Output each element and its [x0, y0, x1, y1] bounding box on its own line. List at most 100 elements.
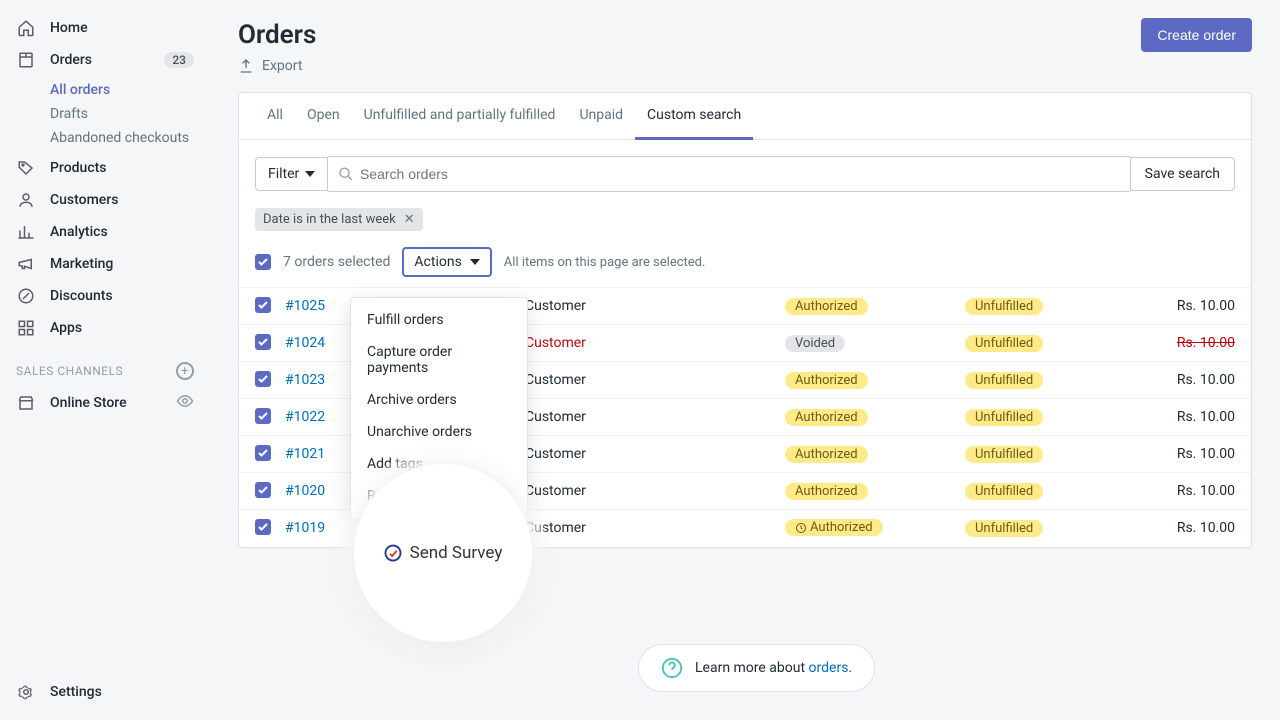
tabs: All Open Unfulfilled and partially fulfi…	[239, 93, 1251, 140]
sales-channels-header: SALES CHANNELS +	[0, 356, 210, 386]
fulfillment-badge: Unfulfilled	[965, 520, 1043, 537]
tab-open[interactable]: Open	[295, 93, 352, 139]
send-survey-callout[interactable]: Send Survey	[354, 464, 532, 642]
help-icon	[661, 657, 683, 679]
sidebar-item-marketing[interactable]: Marketing	[0, 248, 210, 280]
home-icon	[16, 18, 36, 38]
save-search-button[interactable]: Save search	[1130, 157, 1235, 191]
tag-icon	[16, 158, 36, 178]
dd-unarchive[interactable]: Unarchive orders	[351, 416, 527, 448]
megaphone-icon	[16, 254, 36, 274]
sidebar-item-settings[interactable]: Settings	[0, 676, 210, 708]
nav-label: Settings	[50, 684, 102, 700]
sidebar-item-orders[interactable]: Orders 23	[0, 44, 210, 76]
selection-count: 7 orders selected	[283, 254, 390, 270]
orders-icon	[16, 50, 36, 70]
tab-unfulfilled[interactable]: Unfulfilled and partially fulfilled	[352, 93, 568, 139]
sidebar-item-products[interactable]: Products	[0, 152, 210, 184]
dd-archive[interactable]: Archive orders	[351, 384, 527, 416]
tab-all[interactable]: All	[255, 93, 295, 139]
chip-label: Date is in the last week	[263, 212, 396, 227]
tab-custom-search[interactable]: Custom search	[635, 93, 753, 140]
dd-fulfill[interactable]: Fulfill orders	[351, 304, 527, 336]
learn-more-pill: Learn more about orders.	[638, 644, 875, 692]
dd-capture[interactable]: Capture order payments	[351, 336, 527, 384]
discount-icon	[16, 286, 36, 306]
nav-label: Analytics	[50, 224, 108, 240]
caret-down-icon	[305, 169, 315, 179]
caret-down-icon	[470, 257, 480, 267]
fulfillment-badge: Unfulfilled	[965, 483, 1043, 500]
export-icon	[238, 58, 254, 74]
sidebar: Home Orders 23 All orders Drafts Abandon…	[0, 0, 210, 720]
survey-icon	[384, 544, 402, 562]
filter-chip-date[interactable]: Date is in the last week ✕	[255, 208, 423, 231]
amount-cell: Rs. 10.00	[1135, 446, 1235, 462]
analytics-icon	[16, 222, 36, 242]
fulfillment-badge: Unfulfilled	[965, 298, 1043, 315]
amount-cell: Rs. 10.00	[1135, 483, 1235, 499]
sidebar-item-home[interactable]: Home	[0, 12, 210, 44]
actions-button[interactable]: Actions	[402, 247, 491, 277]
store-icon	[16, 393, 36, 413]
payment-badge: Authorized	[785, 519, 883, 536]
row-checkbox[interactable]	[255, 297, 271, 313]
sidebar-item-customers[interactable]: Customers	[0, 184, 210, 216]
search-icon	[338, 166, 354, 182]
payment-badge: Authorized	[785, 483, 868, 500]
selection-note: All items on this page are selected.	[504, 255, 706, 270]
sidebar-item-online-store[interactable]: Online Store	[0, 386, 210, 420]
tab-unpaid[interactable]: Unpaid	[567, 93, 635, 139]
actions-label: Actions	[414, 254, 461, 270]
create-order-button[interactable]: Create order	[1141, 18, 1252, 52]
search-input[interactable]	[354, 157, 1120, 191]
fulfillment-badge: Unfulfilled	[965, 372, 1043, 389]
orders-subnav: All orders Drafts Abandoned checkouts	[0, 76, 210, 152]
nav-label: Apps	[50, 320, 82, 336]
user-icon	[16, 190, 36, 210]
row-checkbox[interactable]	[255, 482, 271, 498]
nav-label: Orders	[50, 52, 92, 68]
gear-icon	[16, 682, 36, 702]
page-title: Orders	[238, 20, 316, 50]
nav-label: Customers	[50, 192, 118, 208]
filter-button[interactable]: Filter	[255, 157, 328, 191]
row-checkbox[interactable]	[255, 519, 271, 535]
orders-badge: 23	[164, 52, 194, 68]
amount-cell: Rs. 10.00	[1135, 409, 1235, 425]
row-checkbox[interactable]	[255, 408, 271, 424]
learn-link[interactable]: orders	[809, 660, 849, 676]
sales-channels-label: SALES CHANNELS	[16, 364, 123, 378]
sidebar-item-apps[interactable]: Apps	[0, 312, 210, 344]
row-checkbox[interactable]	[255, 371, 271, 387]
search-wrap	[328, 156, 1129, 192]
sidebar-item-discounts[interactable]: Discounts	[0, 280, 210, 312]
nav-label: Marketing	[50, 256, 113, 272]
amount-cell: Rs. 10.00	[1135, 520, 1235, 536]
nav-label: Home	[50, 20, 88, 36]
nav-label: Online Store	[50, 395, 127, 411]
subnav-all-orders[interactable]: All orders	[50, 78, 210, 102]
payment-badge: Authorized	[785, 298, 868, 315]
amount-cell: Rs. 10.00	[1135, 372, 1235, 388]
payment-badge: Authorized	[785, 409, 868, 426]
row-checkbox[interactable]	[255, 445, 271, 461]
export-label: Export	[262, 58, 302, 74]
fulfillment-badge: Unfulfilled	[965, 409, 1043, 426]
add-channel-icon[interactable]: +	[176, 362, 194, 380]
fulfillment-badge: Unfulfilled	[965, 335, 1043, 352]
nav-label: Discounts	[50, 288, 113, 304]
apps-icon	[16, 318, 36, 338]
subnav-abandoned[interactable]: Abandoned checkouts	[50, 126, 210, 150]
amount-cell: Rs. 10.00	[1135, 335, 1235, 351]
row-checkbox[interactable]	[255, 334, 271, 350]
eye-icon[interactable]	[176, 392, 194, 414]
export-button[interactable]: Export	[238, 58, 1252, 74]
fulfillment-badge: Unfulfilled	[965, 446, 1043, 463]
callout-label: Send Survey	[410, 543, 503, 563]
select-all-checkbox[interactable]	[255, 254, 271, 270]
subnav-drafts[interactable]: Drafts	[50, 102, 210, 126]
payment-badge: Authorized	[785, 372, 868, 389]
sidebar-item-analytics[interactable]: Analytics	[0, 216, 210, 248]
chip-remove-icon[interactable]: ✕	[404, 212, 415, 227]
